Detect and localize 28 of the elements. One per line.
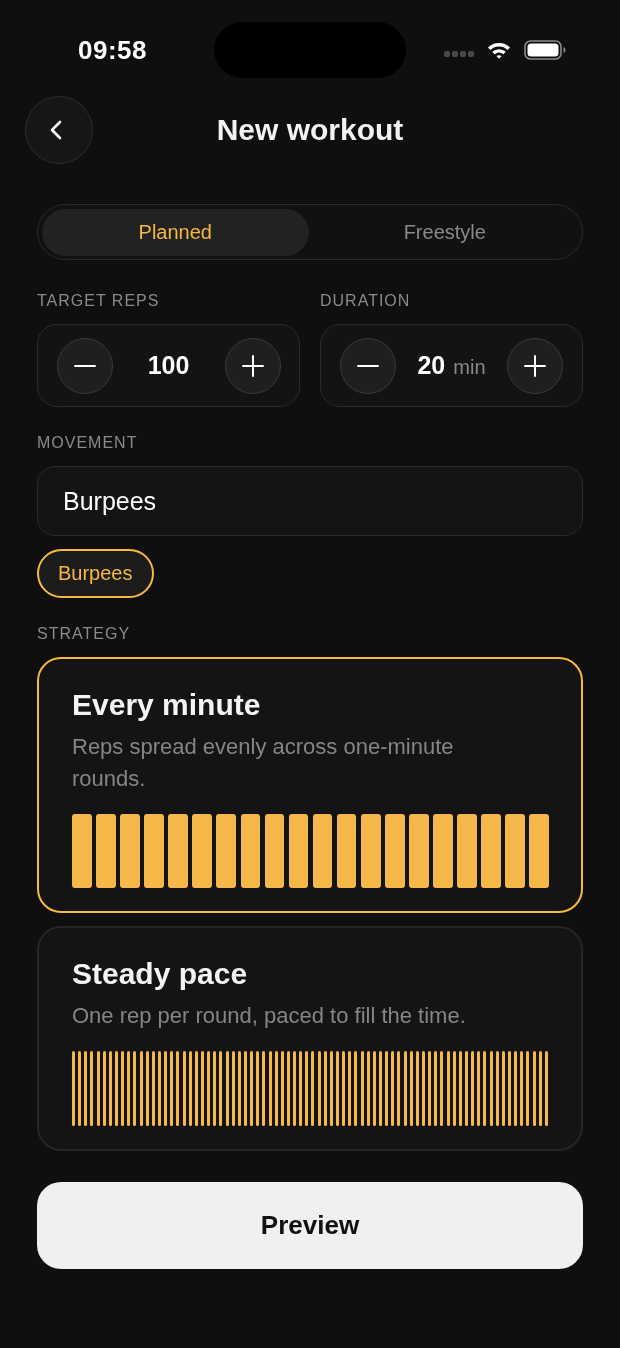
battery-icon xyxy=(524,40,566,60)
strategy-card[interactable]: Every minute Reps spread evenly across one-minute rounds. xyxy=(37,657,583,913)
field-label: TARGET REPS xyxy=(37,291,160,311)
field-label: DURATION xyxy=(320,291,411,311)
plus-icon xyxy=(241,354,264,377)
signal-icon xyxy=(444,51,474,57)
minus-icon xyxy=(73,364,96,367)
field-label: STRATEGY xyxy=(37,624,131,644)
strategy-title: Every minute xyxy=(72,687,262,723)
suggestion-chip[interactable]: Burpees xyxy=(37,549,154,598)
preview-button[interactable]: Preview xyxy=(37,1182,583,1269)
field-label: MOVEMENT xyxy=(37,433,138,453)
screen-title: New workout xyxy=(215,113,405,147)
chevron-left-icon xyxy=(50,120,62,140)
stepper-value: 100 xyxy=(147,351,190,380)
strategy-description: Reps spread evenly across one-minute rounds. xyxy=(72,733,455,793)
stepper-value: 20 xyxy=(417,351,446,380)
wifi-icon xyxy=(487,41,511,59)
mode-tab[interactable]: Freestyle xyxy=(311,208,579,256)
strategy-card[interactable]: Steady pace One rep per round, paced to fill the time. xyxy=(37,926,583,1151)
strategy-title: Steady pace xyxy=(72,956,249,992)
movement-input[interactable]: Burpees xyxy=(37,466,583,536)
plus-icon xyxy=(524,354,547,377)
minus-icon xyxy=(356,364,379,367)
unit-label: min xyxy=(453,356,486,379)
mode-tab[interactable]: Planned xyxy=(41,208,309,256)
strategy-description: One rep per round, paced to fill the time. xyxy=(72,1002,467,1030)
status-time: 09:58 xyxy=(78,34,147,66)
